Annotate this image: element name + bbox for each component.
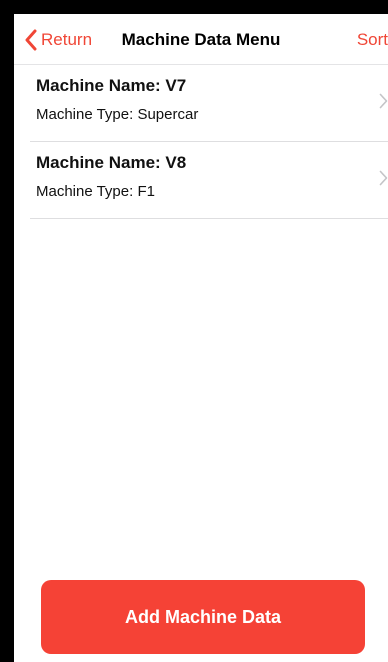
chevron-right-icon [379,93,388,109]
sort-button[interactable]: Sort [357,28,388,52]
machine-list: Machine Name: V7 Machine Type: Supercar … [30,65,388,219]
list-item[interactable]: Machine Name: V8 Machine Type: F1 [30,142,388,219]
list-item[interactable]: Machine Name: V7 Machine Type: Supercar [30,65,388,142]
machine-type: Machine Type: Supercar [36,106,199,123]
chevron-right-icon [379,170,388,186]
navigation-bar: Return Machine Data Menu Sort [14,14,388,65]
chevron-left-icon [24,29,37,51]
add-machine-data-button[interactable]: Add Machine Data [41,580,365,654]
app-screen: Return Machine Data Menu Sort Machine Na… [14,14,388,662]
machine-name: Machine Name: V8 [36,153,187,172]
machine-type: Machine Type: F1 [36,183,155,200]
return-label: Return [41,30,93,49]
return-button[interactable]: Return [24,28,92,52]
machine-name: Machine Name: V7 [36,76,187,95]
